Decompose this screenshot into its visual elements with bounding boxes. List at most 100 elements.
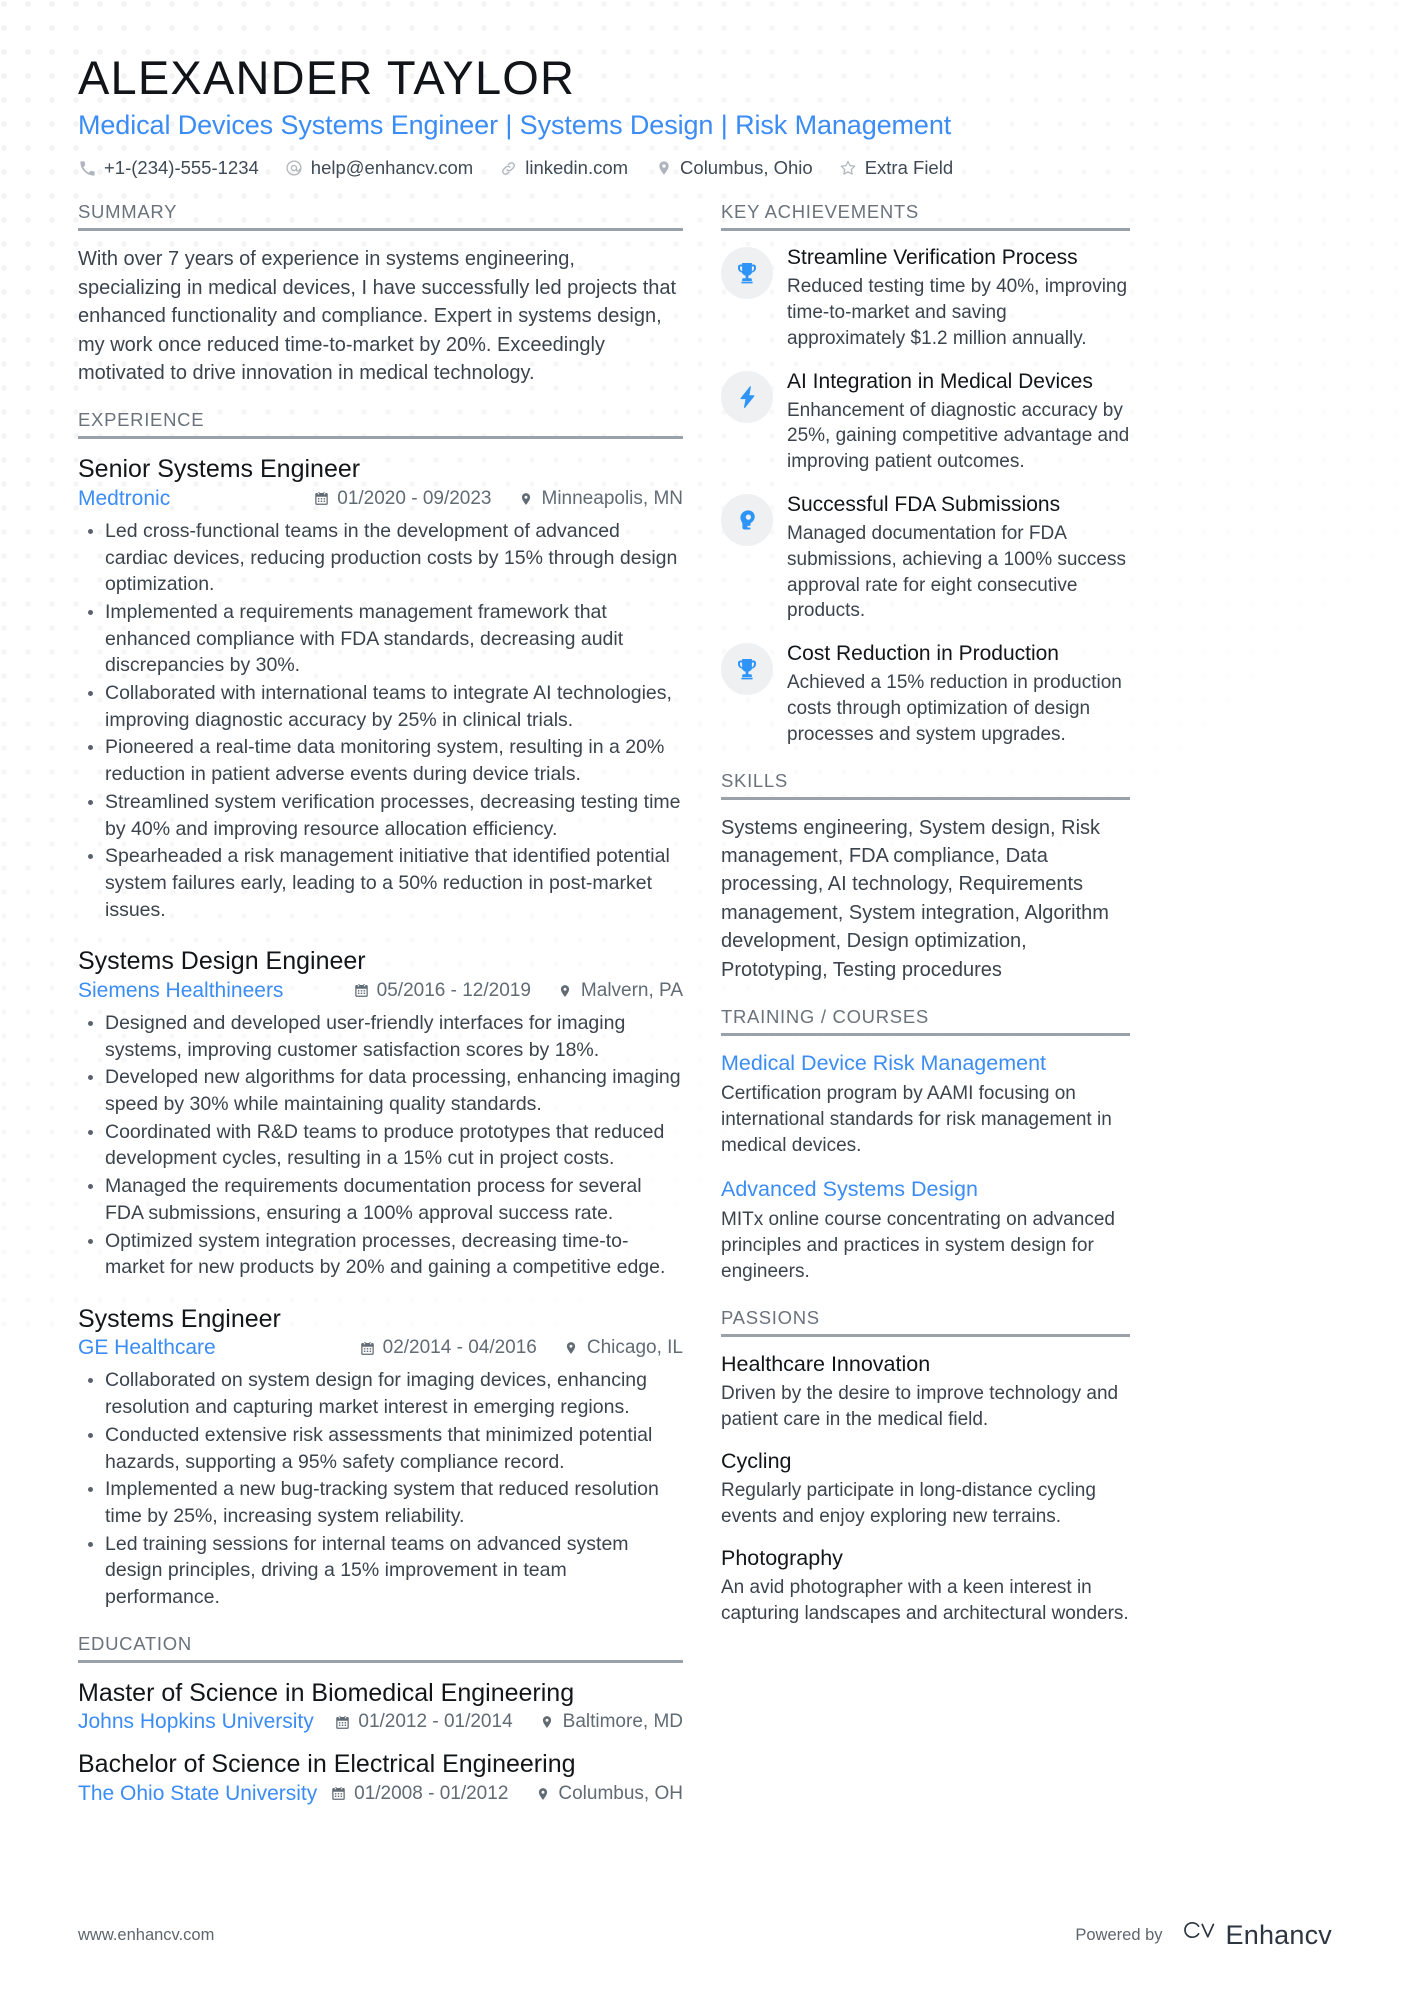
lightning-bolt-icon xyxy=(735,385,759,409)
education-item: Master of Science in Biomedical Engineer… xyxy=(78,1677,683,1735)
job-company[interactable]: GE Healthcare xyxy=(78,1336,216,1360)
passion-title: Healthcare Innovation xyxy=(721,1351,931,1376)
achievement-item: Successful FDA Submissions Managed docum… xyxy=(721,492,1130,624)
section-divider xyxy=(78,1659,683,1663)
course-description: MITx online course concentrating on adva… xyxy=(721,1208,1115,1282)
powered-by-label: Powered by xyxy=(1075,1926,1163,1944)
resume-page: ALEXANDER TAYLOR Medical Devices Systems… xyxy=(0,0,1410,1995)
resume-body: SUMMARY With over 7 years of experience … xyxy=(78,201,1334,1827)
job-bullets: Designed and developed user-friendly int… xyxy=(78,1010,683,1281)
achievement-description: Achieved a 15% reduction in production c… xyxy=(787,672,1122,745)
calendar-icon xyxy=(313,490,330,507)
star-icon xyxy=(839,159,858,178)
section-divider xyxy=(721,796,1130,800)
section-education: EDUCATION Master of Science in Biomedica… xyxy=(78,1633,683,1806)
job-meta: Siemens Healthineers 05/2016 - 12/2019 M… xyxy=(78,979,683,1003)
calendar-icon xyxy=(334,1714,351,1731)
education-date-text: 01/2012 - 01/2014 xyxy=(358,1711,513,1733)
job-company[interactable]: Medtronic xyxy=(78,487,170,511)
job-bullet: Optimized system integration processes, … xyxy=(78,1228,683,1281)
calendar-icon xyxy=(359,1340,376,1357)
contact-extra-field[interactable]: Extra Field xyxy=(839,157,953,179)
job-title: Systems Engineer xyxy=(78,1304,281,1333)
education-location: Baltimore, MD xyxy=(539,1711,683,1733)
section-divider xyxy=(721,228,1130,232)
section-training-courses: TRAINING / COURSES Medical Device Risk M… xyxy=(721,1006,1130,1285)
location-icon xyxy=(654,159,673,178)
passion-description: Regularly participate in long-distance c… xyxy=(721,1479,1096,1527)
education-school[interactable]: The Ohio State University xyxy=(78,1782,317,1806)
job-bullet: Spearheaded a risk management initiative… xyxy=(78,843,683,923)
achievement-description: Enhancement of diagnostic accuracy by 25… xyxy=(787,399,1130,473)
achievement-badge xyxy=(721,494,773,547)
course-title[interactable]: Medical Device Risk Management xyxy=(721,1050,1130,1078)
course-item: Medical Device Risk Management Certifica… xyxy=(721,1050,1130,1159)
right-column: KEY ACHIEVEMENTS Streamline Verification… xyxy=(721,201,1130,1648)
job-location: Chicago, IL xyxy=(563,1337,683,1359)
job-date: 02/2014 - 04/2016 xyxy=(359,1337,537,1359)
section-divider xyxy=(721,1333,1130,1337)
education-date: 01/2008 - 01/2012 xyxy=(330,1783,508,1805)
resume-header: ALEXANDER TAYLOR Medical Devices Systems… xyxy=(78,51,1334,179)
education-meta: Johns Hopkins University 01/2012 - 01/20… xyxy=(78,1710,683,1734)
section-summary: SUMMARY With over 7 years of experience … xyxy=(78,201,683,387)
job-bullet: Implemented a new bug-tracking system th… xyxy=(78,1476,683,1529)
achievement-badge xyxy=(721,643,773,696)
contact-phone[interactable]: +1-(234)-555-1234 xyxy=(78,157,259,179)
enhancv-brand[interactable]: Enhancv xyxy=(1183,1920,1332,1951)
job-location-text: Chicago, IL xyxy=(586,1337,683,1359)
location-icon xyxy=(518,490,535,507)
education-degree: Bachelor of Science in Electrical Engine… xyxy=(78,1750,576,1779)
section-divider xyxy=(78,228,683,232)
job-bullet: Conducted extensive risk assessments tha… xyxy=(78,1422,683,1475)
section-divider xyxy=(721,1032,1130,1036)
enhancv-logo-icon xyxy=(1183,1921,1217,1950)
section-title-experience: EXPERIENCE xyxy=(78,409,205,431)
page-footer: www.enhancv.com Powered by Enhancv xyxy=(0,1920,1410,1951)
resume-content: ALEXANDER TAYLOR Medical Devices Systems… xyxy=(0,0,1410,1828)
job-date-text: 05/2016 - 12/2019 xyxy=(376,979,531,1001)
location-icon xyxy=(557,982,574,999)
job-bullet: Pioneered a real-time data monitoring sy… xyxy=(78,734,683,787)
achievement-title: Streamline Verification Process xyxy=(787,246,1078,270)
course-description: Certification program by AAMI focusing o… xyxy=(721,1082,1112,1156)
job-company[interactable]: Siemens Healthineers xyxy=(78,979,283,1003)
passion-item: Healthcare Innovation Driven by the desi… xyxy=(721,1351,1130,1433)
passion-description: Driven by the desire to improve technolo… xyxy=(721,1382,1119,1430)
achievement-title: Cost Reduction in Production xyxy=(787,642,1059,666)
footer-website-url[interactable]: www.enhancv.com xyxy=(78,1926,214,1945)
achievement-body: AI Integration in Medical Devices Enhanc… xyxy=(787,369,1130,475)
job-location: Malvern, PA xyxy=(557,980,683,1002)
education-date-text: 01/2008 - 01/2012 xyxy=(354,1782,509,1804)
job-date-text: 01/2020 - 09/2023 xyxy=(337,487,492,509)
education-school[interactable]: Johns Hopkins University xyxy=(78,1710,314,1734)
job-bullets: Collaborated on system design for imagin… xyxy=(78,1367,683,1610)
passion-title: Photography xyxy=(721,1545,843,1570)
contact-email[interactable]: help@enhancv.com xyxy=(285,157,473,179)
passion-item: Cycling Regularly participate in long-di… xyxy=(721,1448,1130,1530)
education-date: 01/2012 - 01/2014 xyxy=(334,1711,513,1733)
section-divider xyxy=(78,436,683,440)
contact-link[interactable]: linkedin.com xyxy=(499,157,628,179)
experience-item: Senior Systems Engineer Medtronic 01/202… xyxy=(78,453,683,923)
head-profile-icon xyxy=(735,508,759,532)
job-meta: Medtronic 01/2020 - 09/2023 Minneapolis,… xyxy=(78,487,683,511)
job-location: Minneapolis, MN xyxy=(518,488,683,510)
section-title-skills: SKILLS xyxy=(721,769,788,791)
course-title[interactable]: Advanced Systems Design xyxy=(721,1176,1130,1204)
job-meta: GE Healthcare 02/2014 - 04/2016 Chicago,… xyxy=(78,1336,683,1360)
link-icon xyxy=(499,159,518,178)
job-bullet: Collaborated with international teams to… xyxy=(78,680,683,733)
section-passions: PASSIONS Healthcare Innovation Driven by… xyxy=(721,1307,1130,1627)
education-location-text: Columbus, OH xyxy=(558,1782,683,1804)
achievement-description: Reduced testing time by 40%, improving t… xyxy=(787,276,1128,349)
contact-email-text: help@enhancv.com xyxy=(310,157,474,179)
contact-location-text: Columbus, Ohio xyxy=(680,157,813,179)
calendar-icon xyxy=(330,1785,347,1802)
job-bullet: Implemented a requirements management fr… xyxy=(78,599,683,679)
education-location: Columbus, OH xyxy=(534,1783,683,1805)
contact-location[interactable]: Columbus, Ohio xyxy=(654,157,813,179)
candidate-headline: Medical Devices Systems Engineer | Syste… xyxy=(78,109,952,140)
achievement-badge xyxy=(721,247,773,300)
job-bullet: Led training sessions for internal teams… xyxy=(78,1531,683,1611)
